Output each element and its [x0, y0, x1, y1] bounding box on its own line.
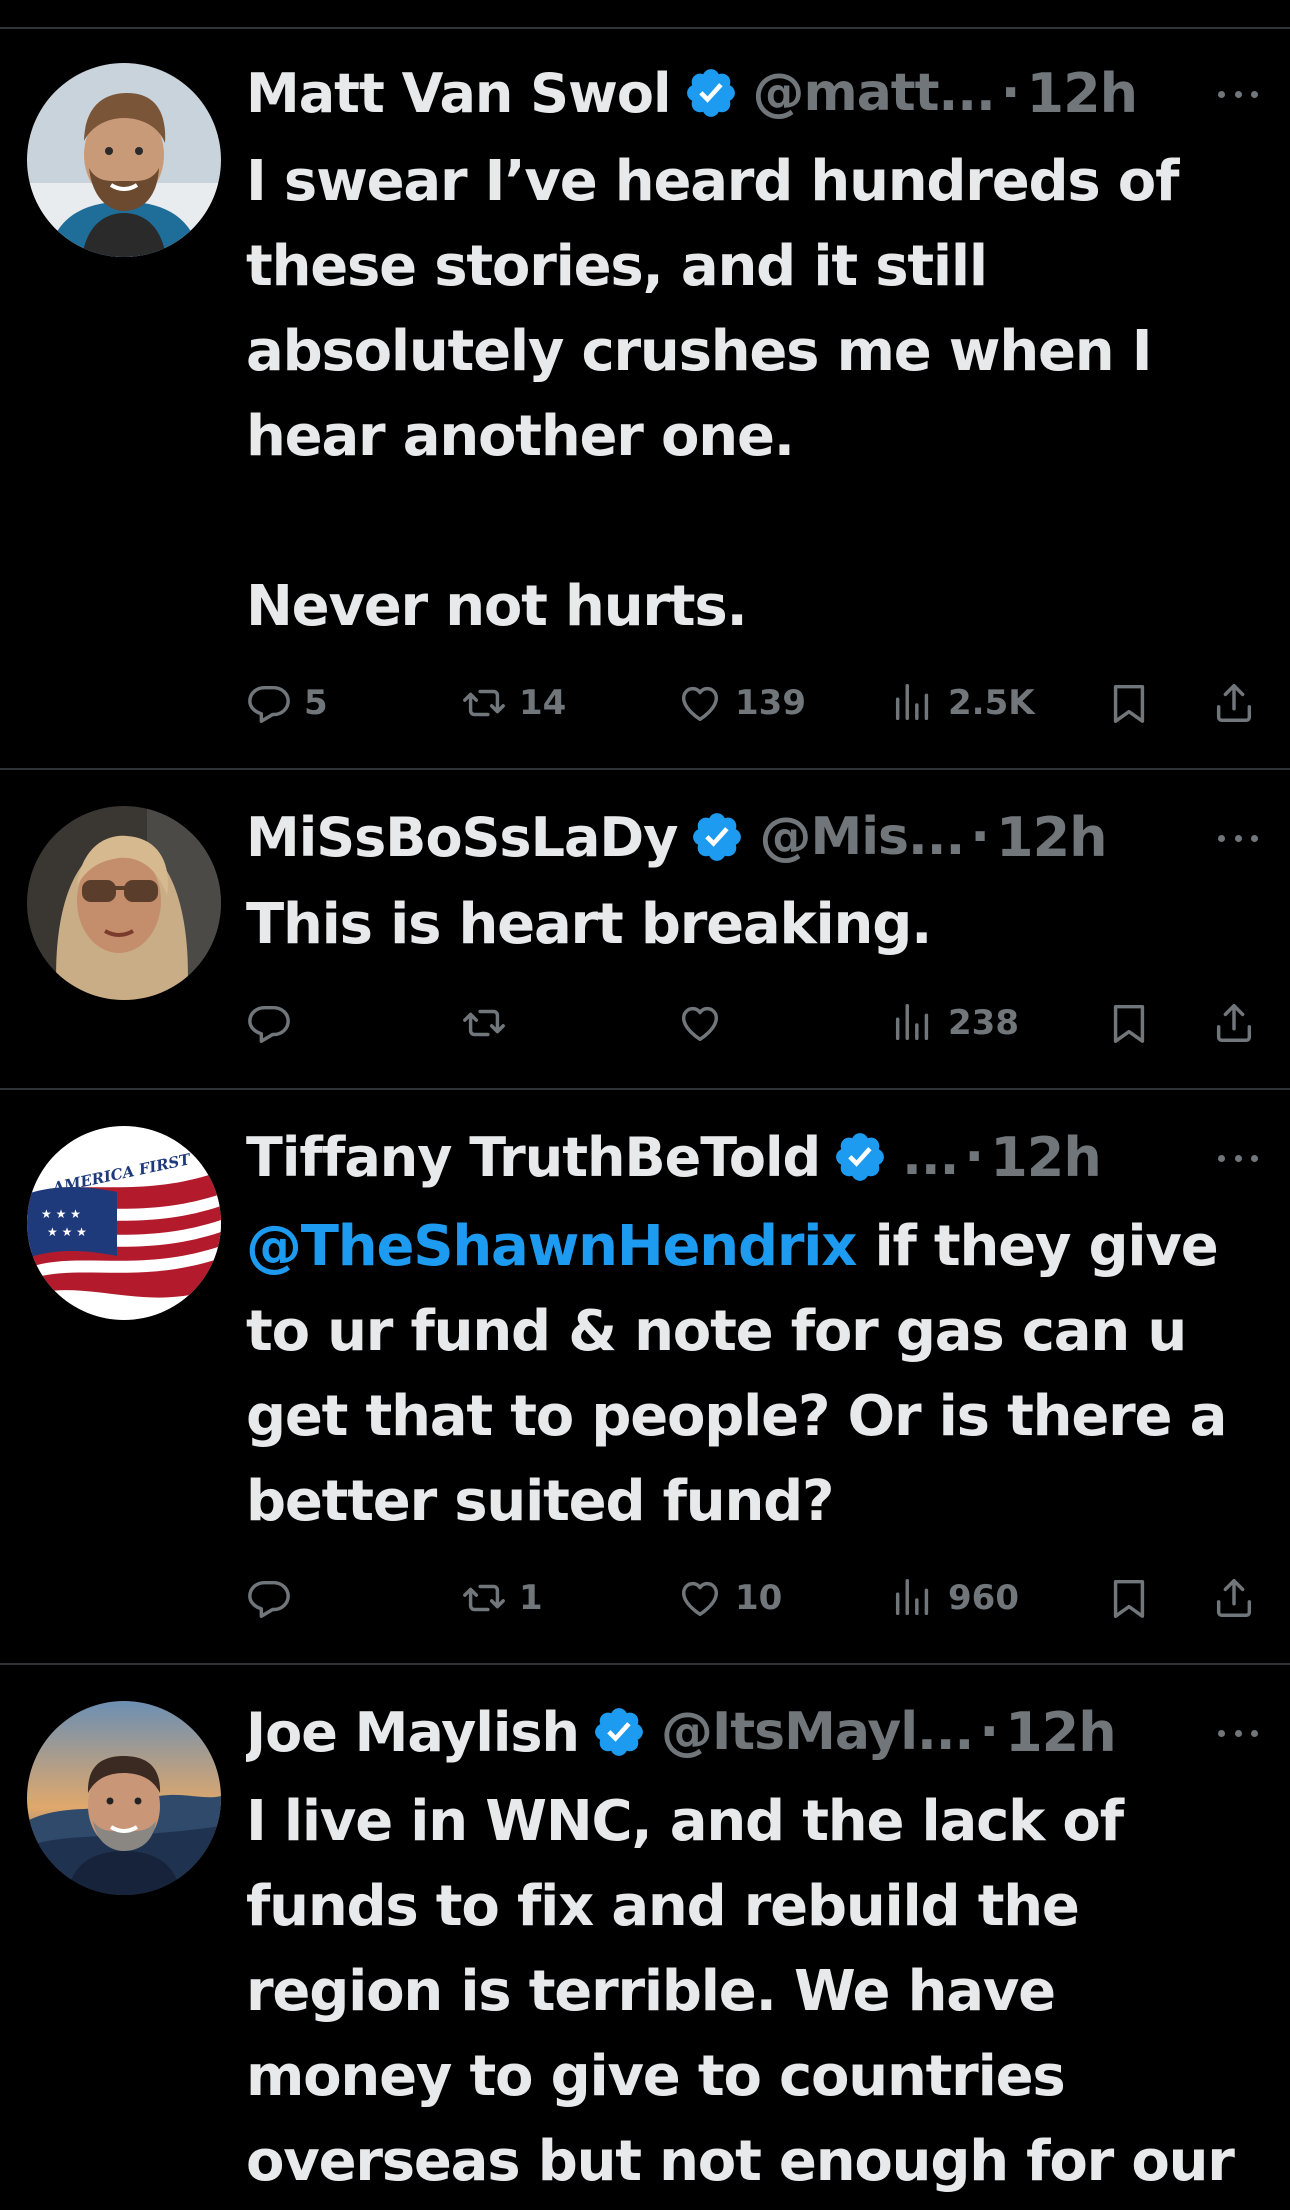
reply-button[interactable] [246, 993, 304, 1053]
reply-button[interactable] [246, 1568, 304, 1628]
avatar-joe-maylish[interactable] [27, 1701, 221, 1895]
share-button[interactable] [1211, 673, 1257, 733]
repost-count: 14 [519, 683, 567, 723]
tweet-header: Joe Maylish @ItsMayl... · 12h [246, 1697, 1230, 1767]
share-icon [1211, 680, 1257, 726]
author-name[interactable]: Matt Van Swol [246, 62, 672, 125]
verified-badge-icon [689, 809, 745, 865]
tweet-text: I swear I’ve heard hundreds of these sto… [246, 149, 1179, 639]
author-handle[interactable]: ... [902, 1127, 959, 1187]
separator-dot: · [979, 1702, 1000, 1762]
bookmark-button[interactable] [1106, 1568, 1152, 1628]
like-count: 10 [735, 1578, 783, 1618]
author-name[interactable]: Joe Maylish [246, 1701, 580, 1764]
repost-icon [461, 1575, 507, 1621]
views-button[interactable]: 2.5K [890, 673, 1035, 733]
like-icon [677, 1575, 723, 1621]
like-count: 139 [735, 683, 806, 723]
tweet-3[interactable]: ★ ★ ★ ★ ★ ★ AMERICA FIRST Tiffany TruthB… [0, 1090, 1290, 1665]
timestamp[interactable]: 12h [996, 806, 1108, 869]
svg-text:★ ★ ★: ★ ★ ★ [41, 1207, 81, 1221]
reply-icon [246, 1000, 292, 1046]
tweet-actions: 5 14 139 2.5K [0, 673, 1290, 733]
like-icon [677, 1000, 723, 1046]
author-handle[interactable]: @matt... [753, 63, 996, 123]
like-button[interactable] [677, 993, 735, 1053]
timestamp[interactable]: 12h [1027, 62, 1139, 125]
tweet-header: Tiffany TruthBeTold ... · 12h [246, 1122, 1230, 1192]
author-handle[interactable]: @ItsMayl... [661, 1702, 974, 1762]
views-count: 238 [948, 1003, 1019, 1043]
like-button[interactable]: 139 [677, 673, 806, 733]
timestamp[interactable]: 12h [990, 1126, 1102, 1189]
tweet-actions: 238 [0, 993, 1290, 1053]
avatar-image [27, 63, 221, 257]
tweet-1[interactable]: Matt Van Swol @matt... · 12h I swear I’v… [0, 0, 1290, 770]
reply-icon [246, 680, 292, 726]
tweet-header: MiSsBoSsLaDy @Mis... · 12h [246, 802, 1230, 872]
verified-badge-icon [683, 65, 739, 121]
repost-button[interactable] [461, 993, 519, 1053]
repost-button[interactable]: 14 [461, 673, 566, 733]
timestamp[interactable]: 12h [1005, 1701, 1117, 1764]
like-button[interactable]: 10 [677, 1568, 782, 1628]
avatar-missbosslady[interactable] [27, 806, 221, 1000]
avatar-image: ★ ★ ★ ★ ★ ★ AMERICA FIRST [27, 1126, 221, 1320]
tweet-2[interactable]: MiSsBoSsLaDy @Mis... · 12h This is heart… [0, 770, 1290, 1090]
mention-link[interactable]: @TheShawnHendrix [246, 1214, 857, 1279]
views-button[interactable]: 238 [890, 993, 1019, 1053]
separator-dot: · [1000, 63, 1021, 123]
views-button[interactable]: 960 [890, 1568, 1019, 1628]
tweet-text: This is heart breaking. [246, 892, 932, 957]
avatar-image [27, 1701, 221, 1895]
avatar-tiffany-truthbetold[interactable]: ★ ★ ★ ★ ★ ★ AMERICA FIRST [27, 1126, 221, 1320]
author-handle[interactable]: @Mis... [759, 807, 965, 867]
tweet-actions: 1 10 960 [0, 1568, 1290, 1628]
reply-icon [246, 1575, 292, 1621]
separator-dot: · [970, 807, 991, 867]
repost-icon [461, 1000, 507, 1046]
tweet-header: Matt Van Swol @matt... · 12h [246, 58, 1230, 128]
share-button[interactable] [1211, 993, 1257, 1053]
avatar-image [27, 806, 221, 1000]
svg-text:★ ★ ★: ★ ★ ★ [47, 1225, 87, 1239]
tweet-text-container: @TheShawnHendrix if they give to ur fund… [246, 1204, 1256, 1544]
bookmark-button[interactable] [1106, 673, 1152, 733]
repost-icon [461, 680, 507, 726]
bookmark-icon [1106, 1575, 1152, 1621]
repost-button[interactable]: 1 [461, 1568, 543, 1628]
share-button[interactable] [1211, 1568, 1257, 1628]
separator-dot: · [964, 1127, 985, 1187]
views-count: 960 [948, 1578, 1019, 1618]
verified-badge-icon [591, 1704, 647, 1760]
author-name[interactable]: MiSsBoSsLaDy [246, 806, 678, 869]
reply-count: 5 [304, 683, 328, 723]
share-icon [1211, 1575, 1257, 1621]
bookmark-button[interactable] [1106, 993, 1152, 1053]
more-icon[interactable] [1218, 828, 1258, 848]
tweet-4[interactable]: Joe Maylish @ItsMayl... · 12h I live in … [0, 1665, 1290, 2210]
reply-button[interactable]: 5 [246, 673, 328, 733]
views-icon [890, 680, 936, 726]
share-icon [1211, 1000, 1257, 1046]
avatar-matt-van-swol[interactable] [27, 63, 221, 257]
more-icon[interactable] [1218, 84, 1258, 104]
bookmark-icon [1106, 680, 1152, 726]
more-icon[interactable] [1218, 1148, 1258, 1168]
views-icon [890, 1000, 936, 1046]
views-icon [890, 1575, 936, 1621]
views-count: 2.5K [948, 683, 1035, 723]
bookmark-icon [1106, 1000, 1152, 1046]
like-icon [677, 680, 723, 726]
repost-count: 1 [519, 1578, 543, 1618]
author-name[interactable]: Tiffany TruthBeTold [246, 1126, 821, 1189]
more-icon[interactable] [1218, 1723, 1258, 1743]
verified-badge-icon [832, 1129, 888, 1185]
tweet-text: I live in WNC, and the lack of funds to … [246, 1789, 1235, 2194]
